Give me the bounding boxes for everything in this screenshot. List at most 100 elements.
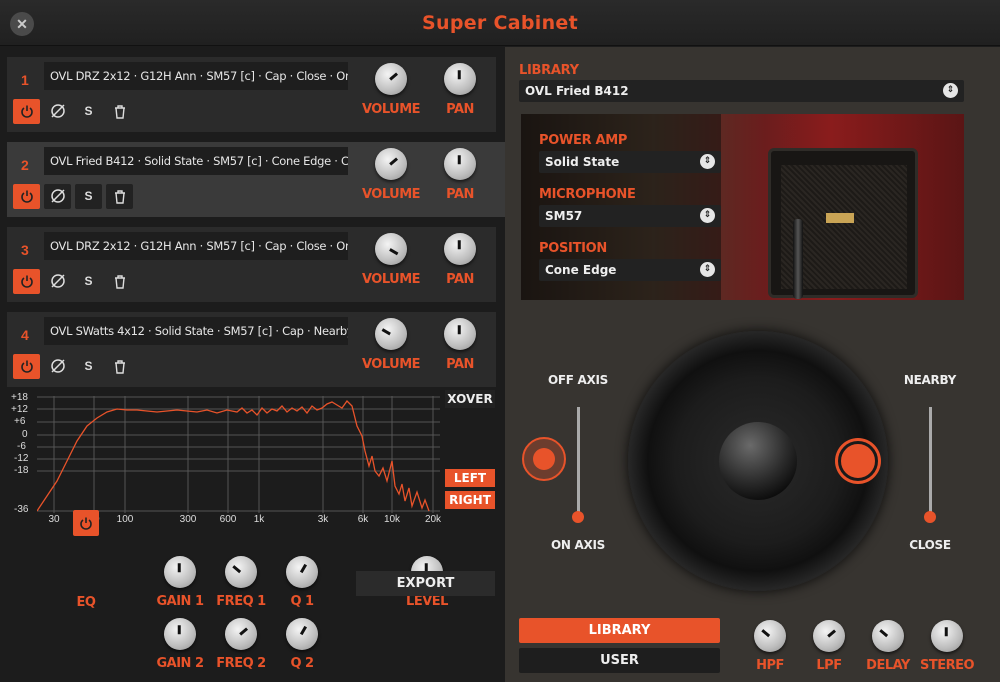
power-icon: [80, 517, 92, 530]
export-button[interactable]: EXPORT: [356, 571, 495, 596]
power-button[interactable]: [13, 269, 40, 294]
power-button[interactable]: [13, 354, 40, 379]
position-value: Cone Edge: [545, 263, 617, 277]
power-button[interactable]: [13, 184, 40, 209]
hpf-knob[interactable]: [754, 620, 786, 652]
mic-position-handle[interactable]: [838, 441, 878, 481]
phase-icon: [50, 189, 65, 203]
updown-arrows-icon: ⇕: [943, 83, 958, 98]
delete-button[interactable]: [106, 99, 133, 124]
x-tick: 300: [179, 514, 197, 525]
solo-button[interactable]: S: [75, 99, 102, 124]
gain1-knob[interactable]: [164, 556, 196, 588]
stereo-knob[interactable]: [931, 620, 963, 652]
freq1-knob[interactable]: [225, 556, 257, 588]
phase-button[interactable]: [44, 269, 71, 294]
channel-name[interactable]: OVL DRZ 2x12 · G12H Ann · SM57 [c] · Cap…: [44, 232, 348, 260]
microphone-select[interactable]: SM57 ⇕: [539, 205, 721, 227]
freq2-label: FREQ 2: [216, 656, 266, 671]
phase-button[interactable]: [44, 99, 71, 124]
close-label: CLOSE: [909, 538, 951, 552]
channel-number: 3: [21, 242, 29, 258]
library-tab-button[interactable]: LIBRARY: [519, 618, 720, 643]
freq2-knob[interactable]: [225, 618, 257, 650]
distance-slider-thumb[interactable]: [924, 511, 936, 523]
axis-slider-track[interactable]: [577, 407, 580, 517]
axis-slider-thumb[interactable]: [572, 511, 584, 523]
pan-knob-1[interactable]: [444, 63, 476, 95]
mic-axis-target-icon[interactable]: [522, 437, 566, 481]
delete-button[interactable]: [106, 354, 133, 379]
delay-label: DELAY: [866, 658, 910, 673]
lpf-knob[interactable]: [813, 620, 845, 652]
channel-name[interactable]: OVL Fried B412 · Solid State · SM57 [c] …: [44, 147, 348, 175]
level-label: LEVEL: [406, 594, 448, 609]
delay-knob[interactable]: [872, 620, 904, 652]
power-amp-select[interactable]: Solid State ⇕: [539, 151, 721, 173]
channel-number: 1: [21, 72, 29, 88]
solo-button[interactable]: S: [75, 269, 102, 294]
pan-knob-4[interactable]: [444, 318, 476, 350]
title-bar: ✕ Super Cabinet: [0, 0, 1000, 46]
solo-button[interactable]: S: [75, 354, 102, 379]
phase-icon: [50, 359, 65, 373]
volume-knob-1[interactable]: [375, 63, 407, 95]
right-button[interactable]: RIGHT: [445, 491, 495, 509]
phase-button[interactable]: [44, 184, 71, 209]
xover-button[interactable]: XOVER: [445, 390, 495, 408]
response-plot: [37, 396, 440, 513]
freq1-label: FREQ 1: [216, 594, 266, 609]
pan-label: PAN: [446, 357, 474, 372]
channel-name[interactable]: OVL DRZ 2x12 · G12H Ann · SM57 [c] · Cap…: [44, 62, 348, 90]
q2-knob[interactable]: [286, 618, 318, 650]
x-tick: 20k: [424, 514, 442, 525]
speaker-dustcap: [719, 422, 797, 500]
updown-arrows-icon: ⇕: [700, 154, 715, 169]
app-title: Super Cabinet: [422, 12, 578, 34]
eq-power-button[interactable]: [73, 510, 99, 536]
power-icon: [20, 275, 33, 288]
pan-label: PAN: [446, 187, 474, 202]
power-amp-label: POWER AMP: [539, 133, 628, 148]
power-icon: [20, 105, 33, 118]
delete-button[interactable]: [106, 269, 133, 294]
volume-knob-2[interactable]: [375, 148, 407, 180]
channel-strip-1: 1 OVL DRZ 2x12 · G12H Ann · SM57 [c] · C…: [7, 57, 496, 132]
x-tick: 10k: [383, 514, 401, 525]
distance-slider-track[interactable]: [929, 407, 932, 517]
position-label: POSITION: [539, 241, 608, 256]
q1-knob[interactable]: [286, 556, 318, 588]
pan-knob-2[interactable]: [444, 148, 476, 180]
trash-icon: [114, 275, 125, 289]
delete-button[interactable]: [106, 184, 133, 209]
volume-knob-4[interactable]: [375, 318, 407, 350]
channel-name[interactable]: OVL SWatts 4x12 · Solid State · SM57 [c]…: [44, 317, 348, 345]
phase-button[interactable]: [44, 354, 71, 379]
speaker-cone[interactable]: [628, 331, 888, 591]
pan-label: PAN: [446, 272, 474, 287]
nearby-label: NEARBY: [903, 373, 957, 387]
microphone-image: [793, 219, 803, 299]
microphone-value: SM57: [545, 209, 583, 223]
channel-number: 2: [21, 157, 29, 173]
solo-button[interactable]: S: [75, 184, 102, 209]
position-select[interactable]: Cone Edge ⇕: [539, 259, 721, 281]
lpf-label: LPF: [816, 658, 842, 673]
gain2-knob[interactable]: [164, 618, 196, 650]
trash-icon: [114, 190, 125, 204]
pan-label: PAN: [446, 102, 474, 117]
x-tick: 100: [116, 514, 134, 525]
pan-knob-3[interactable]: [444, 233, 476, 265]
power-icon: [20, 190, 33, 203]
volume-label: VOLUME: [361, 187, 421, 202]
x-tick: 3k: [317, 514, 329, 525]
left-button[interactable]: LEFT: [445, 469, 495, 487]
x-tick: 30: [48, 514, 60, 525]
volume-knob-3[interactable]: [375, 233, 407, 265]
user-tab-button[interactable]: USER: [519, 648, 720, 673]
response-curve: [37, 399, 430, 512]
gain1-label: GAIN 1: [156, 594, 204, 609]
microphone-label: MICROPHONE: [539, 187, 636, 202]
power-button[interactable]: [13, 99, 40, 124]
library-select[interactable]: OVL Fried B412 ⇕: [519, 80, 964, 102]
